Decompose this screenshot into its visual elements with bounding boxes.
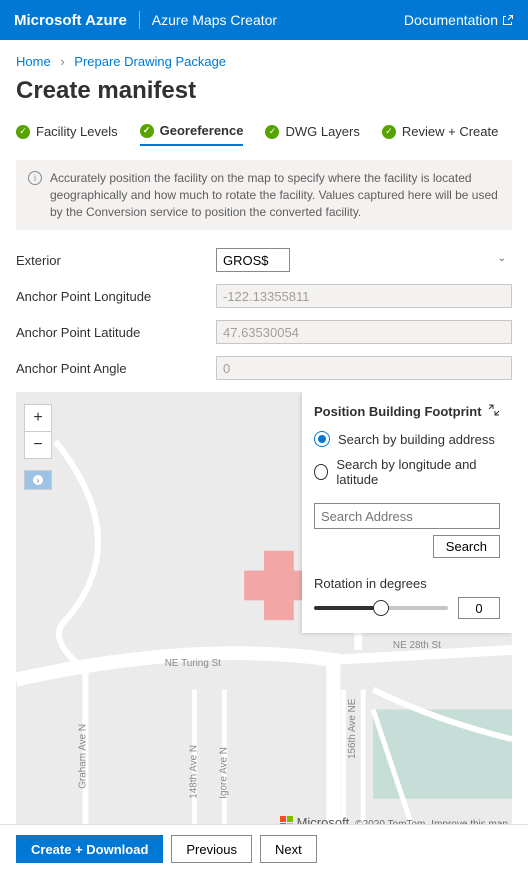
svg-text:NE Turing St: NE Turing St <box>165 658 221 669</box>
previous-button[interactable]: Previous <box>171 835 252 863</box>
breadcrumb-page[interactable]: Prepare Drawing Package <box>74 54 226 69</box>
svg-text:NE 28th St: NE 28th St <box>393 640 441 651</box>
layers-button[interactable]: › <box>24 470 52 490</box>
external-link-icon <box>502 14 514 26</box>
radio-label: Search by longitude and latitude <box>336 457 500 487</box>
footprint-panel: Position Building Footprint Search by bu… <box>302 392 512 633</box>
create-download-button[interactable]: Create + Download <box>16 835 163 863</box>
longitude-input <box>216 284 512 308</box>
radio-search-lonlat[interactable]: Search by longitude and latitude <box>314 457 500 487</box>
rotation-label: Rotation in degrees <box>314 558 500 591</box>
app-name: Azure Maps Creator <box>152 12 277 28</box>
tab-label: Review + Create <box>402 124 498 139</box>
collapse-icon[interactable] <box>488 404 500 419</box>
info-box: i Accurately position the facility on th… <box>16 160 512 230</box>
tab-label: DWG Layers <box>285 124 359 139</box>
rotation-slider[interactable] <box>314 606 448 610</box>
angle-input <box>216 356 512 380</box>
tab-georeference[interactable]: ✓ Georeference <box>140 123 244 146</box>
zoom-control: + − <box>24 404 52 459</box>
radio-search-address[interactable]: Search by building address <box>314 431 500 447</box>
check-icon: ✓ <box>382 125 396 139</box>
chevron-right-icon: › <box>60 54 64 69</box>
tab-facility-levels[interactable]: ✓ Facility Levels <box>16 123 118 146</box>
svg-text:156th Ave NE: 156th Ave NE <box>347 699 358 760</box>
angle-label: Anchor Point Angle <box>16 361 216 376</box>
breadcrumb: Home › Prepare Drawing Package <box>16 54 512 69</box>
top-bar: Microsoft Azure Azure Maps Creator Docum… <box>0 0 528 40</box>
next-button[interactable]: Next <box>260 835 317 863</box>
page-title: Create manifest <box>16 77 512 105</box>
tab-review-create[interactable]: ✓ Review + Create <box>382 123 498 146</box>
breadcrumb-home[interactable]: Home <box>16 54 51 69</box>
tab-label: Facility Levels <box>36 124 118 139</box>
brand-divider <box>139 11 140 29</box>
info-text: Accurately position the facility on the … <box>50 170 500 220</box>
zoom-in-button[interactable]: + <box>25 405 51 431</box>
documentation-label: Documentation <box>404 12 498 28</box>
radio-icon <box>314 464 328 480</box>
wizard-tabs: ✓ Facility Levels ✓ Georeference ✓ DWG L… <box>16 123 512 146</box>
footer-bar: Create + Download Previous Next <box>0 824 528 873</box>
rotation-value-input[interactable] <box>458 597 500 619</box>
panel-title: Position Building Footprint <box>314 404 482 419</box>
brand-label: Microsoft Azure <box>14 12 127 29</box>
check-icon: ✓ <box>140 124 154 138</box>
exterior-label: Exterior <box>16 253 216 268</box>
latitude-input <box>216 320 512 344</box>
search-address-input[interactable] <box>314 503 500 529</box>
check-icon: ✓ <box>265 125 279 139</box>
info-icon: i <box>28 171 42 185</box>
tab-dwg-layers[interactable]: ✓ DWG Layers <box>265 123 359 146</box>
tab-label: Georeference <box>160 123 244 138</box>
documentation-link[interactable]: Documentation <box>404 12 514 28</box>
check-icon: ✓ <box>16 125 30 139</box>
chevron-down-icon: ⌄ <box>498 253 506 264</box>
svg-text:Graham Ave N: Graham Ave N <box>77 724 88 789</box>
radio-icon <box>314 431 330 447</box>
longitude-label: Anchor Point Longitude <box>16 289 216 304</box>
svg-text:Igore Ave N: Igore Ave N <box>218 748 229 800</box>
svg-text:148th Ave N: 148th Ave N <box>189 745 200 799</box>
map-canvas[interactable]: NE Turing St NE 28th St Graham Ave N 148… <box>16 392 512 832</box>
layers-icon: › <box>33 475 43 485</box>
exterior-select[interactable]: GROS$ <box>216 248 290 272</box>
latitude-label: Anchor Point Latitude <box>16 325 216 340</box>
zoom-out-button[interactable]: − <box>25 432 51 458</box>
radio-label: Search by building address <box>338 432 495 447</box>
search-button[interactable]: Search <box>433 535 500 558</box>
